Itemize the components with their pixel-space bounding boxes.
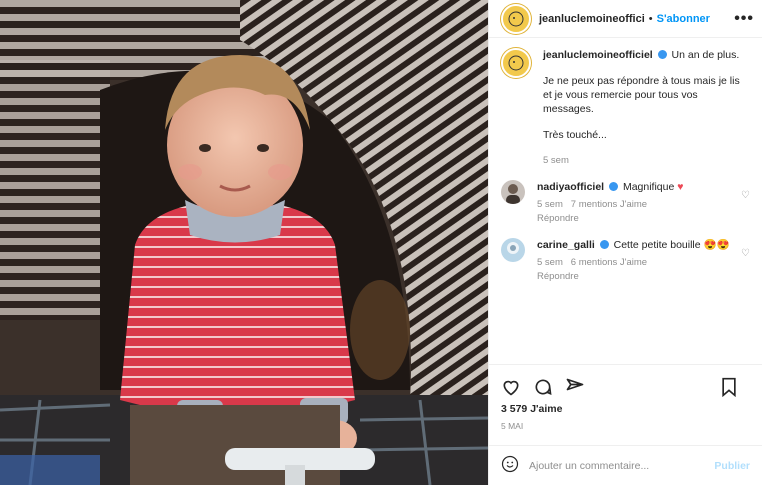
commenter-avatar[interactable] xyxy=(501,180,525,204)
post-date: 5 MAI xyxy=(501,421,524,431)
emoji-icon[interactable] xyxy=(501,455,519,476)
post-actions: 3 579 J'aime 5 MAI xyxy=(489,364,762,431)
avatar-face-icon xyxy=(508,55,524,71)
heart-emoji: ♥ xyxy=(677,181,684,193)
person-icon xyxy=(506,184,520,204)
action-icons xyxy=(501,373,750,401)
comment-text: Magnifique xyxy=(622,181,675,193)
caption-line-3: Très touché... xyxy=(543,129,607,141)
follow-button[interactable]: S'abonner xyxy=(657,13,710,25)
like-comment-icon[interactable]: ♡ xyxy=(741,190,750,201)
caption-username[interactable]: jeanluclemoineofficiel xyxy=(543,49,653,61)
separator-dot: • xyxy=(648,12,653,25)
comment-username[interactable]: nadiyaofficiel xyxy=(537,181,604,193)
publish-button[interactable]: Publier xyxy=(714,460,750,472)
comment-item: carine_galli Cette petite bouille 😍😍 5 s… xyxy=(501,238,750,284)
caption-line-1: Un an de plus. xyxy=(671,49,740,61)
comment-text: Cette petite bouille xyxy=(613,239,701,251)
reply-button[interactable]: Répondre xyxy=(537,271,579,282)
comment-icon[interactable] xyxy=(533,377,553,397)
add-comment-bar: Ajouter un commentaire... Publier xyxy=(489,445,762,485)
comment-body: carine_galli Cette petite bouille 😍😍 5 s… xyxy=(537,238,735,284)
comments-list[interactable]: jeanluclemoineofficiel Un an de plus. Je… xyxy=(489,38,762,364)
like-comment-icon[interactable]: ♡ xyxy=(741,248,750,259)
share-icon[interactable] xyxy=(565,377,585,397)
photo-illustration xyxy=(0,0,488,485)
comment-meta: 5 sem 7 mentions J'aime Répondre xyxy=(537,198,735,226)
avatar[interactable] xyxy=(501,3,531,34)
person-icon xyxy=(507,242,519,254)
avatar-face-icon xyxy=(508,11,524,26)
post-header: jeanluclemoineoffici • S'abonner ••• xyxy=(489,0,762,38)
comment-username[interactable]: carine_galli xyxy=(537,239,595,251)
post-side-panel: jeanluclemoineoffici • S'abonner ••• jea… xyxy=(488,0,762,485)
more-options-icon[interactable]: ••• xyxy=(734,10,754,28)
caption-line-2: Je ne peux pas répondre à tous mais je l… xyxy=(543,75,740,115)
comment-likes[interactable]: 6 mentions J'aime xyxy=(571,257,647,268)
header-username[interactable]: jeanluclemoineoffici xyxy=(539,13,645,25)
comment-likes[interactable]: 7 mentions J'aime xyxy=(571,199,647,210)
comment-input[interactable]: Ajouter un commentaire... xyxy=(529,460,714,472)
heart-eyes-emoji: 😍😍 xyxy=(703,239,730,251)
post-photo[interactable] xyxy=(0,0,488,485)
comment-item: nadiyaofficiel Magnifique ♥ 5 sem 7 ment… xyxy=(501,180,750,226)
reply-button[interactable]: Répondre xyxy=(537,213,579,224)
comment-body: nadiyaofficiel Magnifique ♥ 5 sem 7 ment… xyxy=(537,180,735,226)
commenter-avatar[interactable] xyxy=(501,238,525,262)
bookmark-icon[interactable] xyxy=(720,377,738,397)
caption-body: jeanluclemoineofficiel Un an de plus. Je… xyxy=(543,48,750,168)
comment-meta: 5 sem 6 mentions J'aime Répondre xyxy=(537,256,735,284)
caption: jeanluclemoineofficiel Un an de plus. Je… xyxy=(501,48,750,168)
heart-icon[interactable] xyxy=(501,377,521,397)
caption-avatar[interactable] xyxy=(501,48,531,78)
likes-count[interactable]: 3 579 J'aime xyxy=(501,403,750,415)
comment-time: 5 sem xyxy=(537,199,563,210)
verified-icon xyxy=(599,240,609,249)
caption-time: 5 sem xyxy=(543,155,569,166)
verified-icon xyxy=(657,50,667,59)
verified-icon xyxy=(609,182,619,191)
comment-time: 5 sem xyxy=(537,257,563,268)
